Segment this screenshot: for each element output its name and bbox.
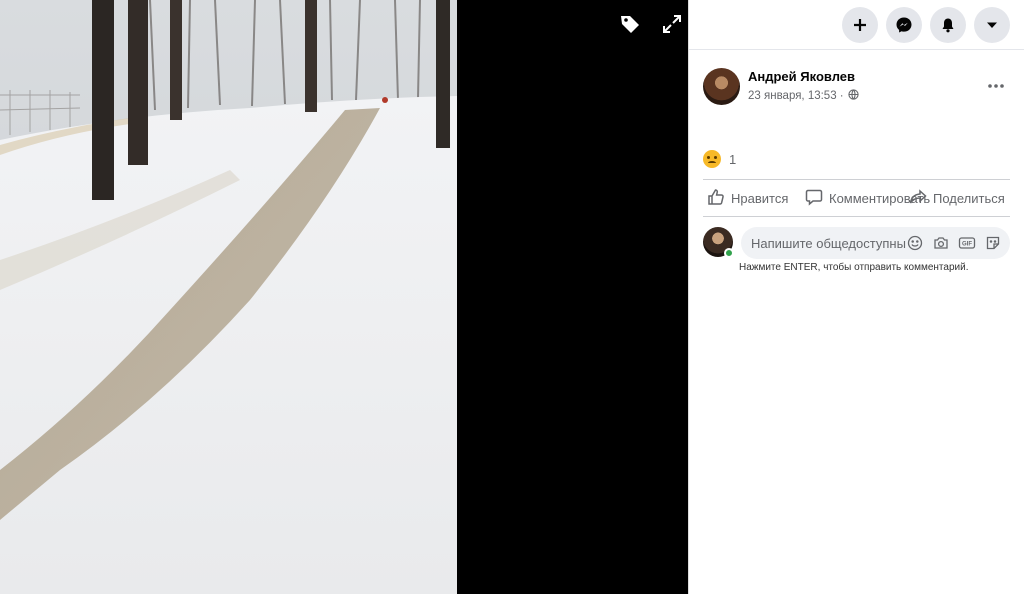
post-actions: Нравится Комментировать Поделиться bbox=[703, 179, 1010, 217]
caret-down-icon[interactable] bbox=[974, 6, 1010, 43]
speech-bubble-icon bbox=[805, 188, 823, 209]
like-button[interactable]: Нравится bbox=[707, 180, 788, 216]
svg-text:GIF: GIF bbox=[962, 242, 972, 248]
comment-box[interactable]: GIF bbox=[741, 227, 1010, 259]
gif-icon[interactable]: GIF bbox=[958, 234, 976, 252]
share-button[interactable]: Поделиться bbox=[909, 180, 1005, 216]
like-label: Нравится bbox=[731, 190, 789, 206]
reaction-count: 1 bbox=[729, 151, 737, 167]
share-arrow-icon bbox=[909, 188, 927, 209]
submit-hint: Нажмите ENTER, чтобы отправить комментар… bbox=[739, 262, 969, 273]
post-photo[interactable] bbox=[0, 0, 457, 594]
comment-composer: GIF bbox=[703, 227, 1010, 261]
share-label: Поделиться bbox=[933, 190, 1005, 206]
tag-icon[interactable] bbox=[616, 12, 644, 36]
post-sidebar: Андрей Яковлев 23 января, 13:53 · 1 Нрав… bbox=[688, 0, 1024, 594]
sad-emoji-icon bbox=[703, 150, 721, 168]
post-meta: 23 января, 13:53 · bbox=[748, 89, 859, 103]
top-bar bbox=[689, 0, 1024, 50]
online-status-dot bbox=[724, 248, 734, 258]
fullscreen-icon[interactable] bbox=[658, 12, 686, 36]
emoji-icon[interactable] bbox=[906, 234, 924, 252]
sticker-icon[interactable] bbox=[984, 234, 1002, 252]
bell-icon[interactable] bbox=[930, 6, 966, 43]
photo-toolbar bbox=[616, 12, 686, 36]
author-name[interactable]: Андрей Яковлев bbox=[748, 69, 855, 84]
post-author: Андрей Яковлев 23 января, 13:53 · bbox=[703, 68, 1010, 108]
globe-icon bbox=[848, 89, 859, 103]
comment-tools: GIF bbox=[906, 234, 1010, 252]
snowy-park-photo bbox=[0, 0, 457, 594]
messenger-icon[interactable] bbox=[886, 6, 922, 43]
thumbs-up-icon bbox=[707, 188, 725, 209]
reactions-summary[interactable]: 1 bbox=[703, 150, 736, 168]
photo-viewer bbox=[0, 0, 688, 594]
comment-input[interactable] bbox=[751, 235, 906, 251]
avatar[interactable] bbox=[703, 68, 740, 105]
more-options-icon[interactable] bbox=[984, 76, 1008, 96]
plus-icon[interactable] bbox=[842, 6, 878, 43]
post-date[interactable]: 23 января, 13:53 · bbox=[748, 90, 844, 102]
camera-icon[interactable] bbox=[932, 234, 950, 252]
